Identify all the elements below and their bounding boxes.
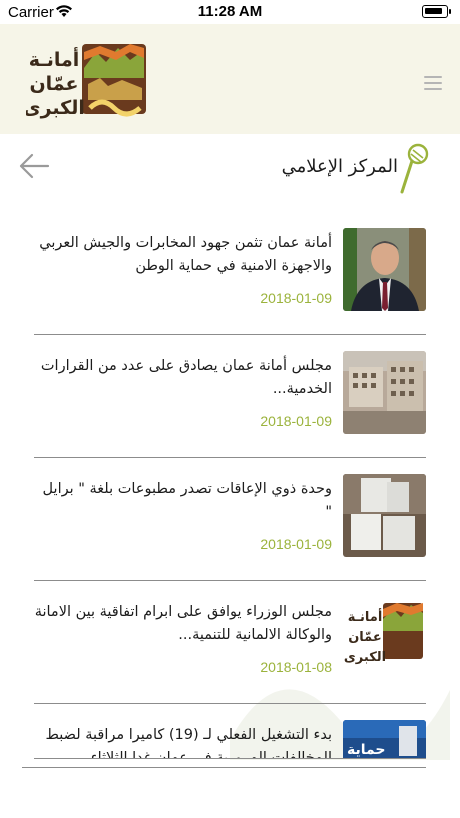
news-item[interactable]: أمانة عمان تثمن جهود المخابرات والجيش ال…: [34, 212, 426, 335]
news-thumbnail-braille[interactable]: [343, 474, 426, 557]
clock-time: 11:28 AM: [197, 3, 263, 20]
news-date: 2018-01-09: [260, 290, 332, 306]
news-date: 2018-01-09: [260, 536, 332, 552]
news-date: 2018-01-08: [260, 659, 332, 675]
app-header: أمانـة عمّان الكبرى: [0, 24, 460, 134]
logo-text-line1: أمانـة: [29, 47, 80, 71]
svg-text:أمانـة: أمانـة: [348, 608, 383, 625]
battery-icon: [422, 5, 451, 18]
news-item[interactable]: حماية بدء التشغيل الفعلي لـ (19) كاميرا …: [34, 704, 426, 759]
amman-logo[interactable]: أمانـة عمّان الكبرى: [26, 38, 150, 120]
svg-text:الكبرى: الكبرى: [344, 650, 386, 665]
news-item[interactable]: وحدة ذوي الإعاقات تصدر مطبوعات بلغة " بر…: [34, 458, 426, 581]
section-title: المركز الإعلامي: [281, 156, 398, 177]
hamburger-icon[interactable]: [424, 76, 442, 92]
news-thumbnail-logo[interactable]: أمانـة عمّان الكبرى: [343, 597, 426, 680]
news-headline[interactable]: مجلس الوزراء يوافق على ابرام اتفاقية بين…: [32, 601, 332, 647]
news-item[interactable]: أمانـة عمّان الكبرى مجلس الوزراء يوافق ع…: [34, 581, 426, 704]
news-headline[interactable]: أمانة عمان تثمن جهود المخابرات والجيش ال…: [32, 232, 332, 278]
svg-text:عمّان: عمّان: [348, 630, 382, 645]
news-headline[interactable]: وحدة ذوي الإعاقات تصدر مطبوعات بلغة " بر…: [32, 478, 332, 524]
logo-text-line2: عمّان: [29, 73, 78, 95]
camera-banner-text: حماية: [347, 742, 385, 758]
news-date: 2018-01-09: [260, 413, 332, 429]
logo-text-line3: الكبرى: [26, 97, 85, 119]
section-bar: المركز الإعلامي: [0, 134, 460, 208]
back-arrow-icon[interactable]: [18, 152, 50, 180]
bottom-divider: [22, 767, 426, 768]
status-bar: Carrier 11:28 AM: [0, 0, 460, 24]
news-item[interactable]: مجلس أمانة عمان يصادق على عدد من القرارا…: [34, 335, 426, 458]
news-list: أمانة عمان تثمن جهود المخابرات والجيش ال…: [34, 212, 426, 759]
news-thumbnail-portrait[interactable]: [343, 228, 426, 311]
news-thumbnail-building[interactable]: [343, 351, 426, 434]
microphone-icon: [400, 143, 429, 194]
news-headline[interactable]: مجلس أمانة عمان يصادق على عدد من القرارا…: [32, 355, 332, 401]
news-headline[interactable]: بدء التشغيل الفعلي لـ (19) كاميرا مراقبة…: [34, 724, 332, 758]
news-thumbnail-camera[interactable]: حماية: [343, 720, 426, 759]
